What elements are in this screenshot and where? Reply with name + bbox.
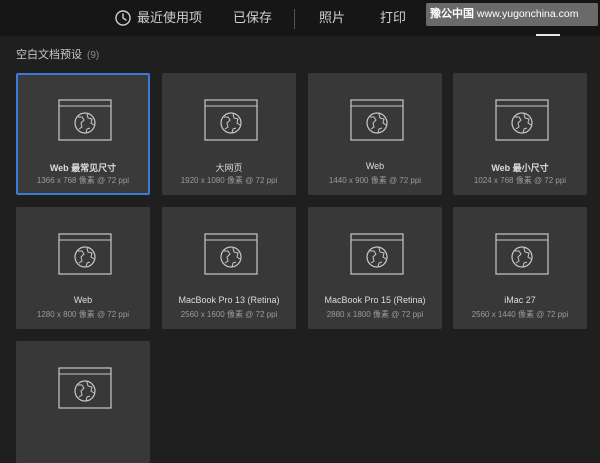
preset-name: MacBook Pro 15 (Retina) xyxy=(324,295,426,305)
preset-card[interactable] xyxy=(16,341,150,463)
preset-dimensions: 1440 x 900 像素 @ 72 ppi xyxy=(328,176,422,185)
preset-card[interactable]: iMac 27 2560 x 1440 像素 @ 72 ppi xyxy=(453,207,587,329)
preset-dimensions: 1024 x 768 像素 @ 72 ppi xyxy=(473,176,567,185)
section-title: 空白文档预设 (9) xyxy=(16,46,99,62)
tab-photo[interactable]: 照片 xyxy=(319,0,345,36)
top-tab-bar: 最近使用项 已保存 照片 打印 豫公中国 www.yugonchina.com xyxy=(0,0,600,36)
preset-name: Web xyxy=(365,161,385,171)
web-document-globe-icon xyxy=(495,233,549,275)
preset-dimensions: 1920 x 1080 像素 @ 72 ppi xyxy=(180,176,278,185)
tab-saved[interactable]: 已保存 xyxy=(233,0,272,36)
preset-name: Web 最小尺寸 xyxy=(491,163,549,173)
preset-count: (9) xyxy=(87,50,100,61)
tab-recent-label: 最近使用项 xyxy=(137,10,203,25)
tab-recent[interactable]: 最近使用项 xyxy=(114,0,202,36)
web-document-globe-icon xyxy=(58,367,112,409)
watermark-banner: 豫公中国 www.yugonchina.com xyxy=(426,3,598,26)
preset-card[interactable]: MacBook Pro 13 (Retina) 2560 x 1600 像素 @ … xyxy=(162,207,296,329)
web-document-globe-icon xyxy=(58,233,112,275)
preset-name: Web xyxy=(73,295,93,305)
preset-card[interactable]: Web 最常见尺寸 1366 x 768 像素 @ 72 ppi xyxy=(16,73,150,195)
tab-divider xyxy=(294,9,295,29)
preset-dimensions: 2560 x 1440 像素 @ 72 ppi xyxy=(471,310,569,319)
preset-card[interactable]: MacBook Pro 15 (Retina) 2880 x 1800 像素 @ … xyxy=(308,207,442,329)
preset-dimensions: 1280 x 800 像素 @ 72 ppi xyxy=(36,310,130,319)
web-document-globe-icon xyxy=(58,99,112,141)
preset-card[interactable]: 大网页 1920 x 1080 像素 @ 72 ppi xyxy=(162,73,296,195)
web-document-globe-icon xyxy=(204,233,258,275)
preset-dimensions: 2880 x 1800 像素 @ 72 ppi xyxy=(326,310,424,319)
tab-print[interactable]: 打印 xyxy=(380,0,406,36)
preset-name: 大网页 xyxy=(215,163,243,173)
section-title-text: 空白文档预设 xyxy=(16,49,82,61)
preset-name: Web 最常见尺寸 xyxy=(49,163,117,173)
clock-icon xyxy=(115,10,131,26)
preset-dimensions: 2560 x 1600 像素 @ 72 ppi xyxy=(180,310,278,319)
preset-card[interactable]: Web 最小尺寸 1024 x 768 像素 @ 72 ppi xyxy=(453,73,587,195)
preset-card[interactable]: Web 1440 x 900 像素 @ 72 ppi xyxy=(308,73,442,195)
active-tab-indicator xyxy=(536,34,560,36)
web-document-globe-icon xyxy=(495,99,549,141)
watermark-name: 豫公中国 xyxy=(430,8,474,20)
web-document-globe-icon xyxy=(350,99,404,141)
preset-card[interactable]: Web 1280 x 800 像素 @ 72 ppi xyxy=(16,207,150,329)
preset-dimensions: 1366 x 768 像素 @ 72 ppi xyxy=(36,176,130,185)
watermark-url: www.yugonchina.com xyxy=(476,8,579,20)
web-document-globe-icon xyxy=(204,99,258,141)
preset-name: iMac 27 xyxy=(504,295,536,305)
web-document-globe-icon xyxy=(350,233,404,275)
preset-name: MacBook Pro 13 (Retina) xyxy=(178,295,280,305)
